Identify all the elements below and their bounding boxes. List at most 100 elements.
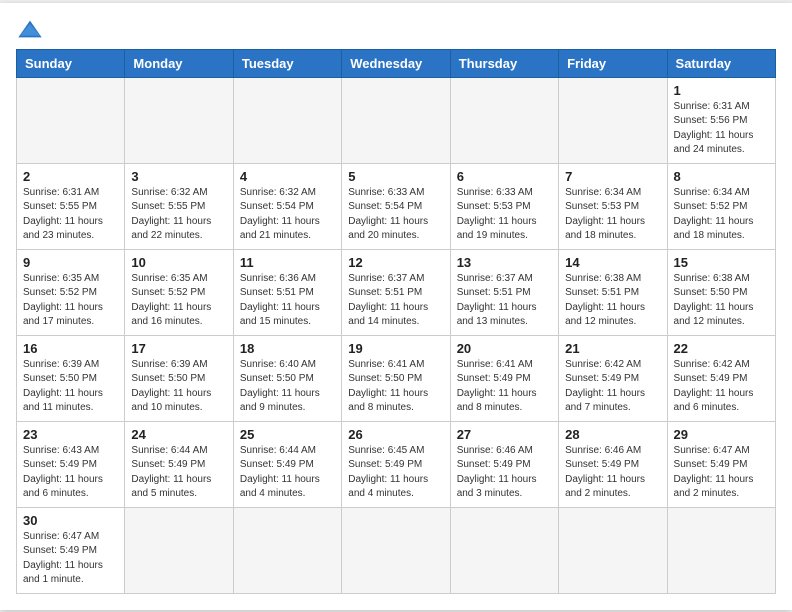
calendar-cell-empty (342, 507, 450, 593)
logo (16, 19, 48, 39)
day-number: 28 (565, 427, 660, 442)
calendar-cell-empty (450, 507, 558, 593)
calendar-cell-23: 23 Sunrise: 6:43 AMSunset: 5:49 PMDayligh… (17, 421, 125, 507)
day-number: 22 (674, 341, 769, 356)
day-number: 5 (348, 169, 443, 184)
weekday-header-thursday: Thursday (450, 49, 558, 77)
cell-info: Sunrise: 6:41 AMSunset: 5:49 PMDaylight:… (457, 358, 552, 416)
calendar-week-2: 2 Sunrise: 6:31 AMSunset: 5:55 PMDaylight… (17, 163, 776, 249)
calendar-week-5: 23 Sunrise: 6:43 AMSunset: 5:49 PMDayligh… (17, 421, 776, 507)
day-number: 21 (565, 341, 660, 356)
day-number: 20 (457, 341, 552, 356)
calendar-week-4: 16Sunrise: 6:39 AMSunset: 5:50 PMDayligh… (17, 335, 776, 421)
weekday-header-tuesday: Tuesday (233, 49, 341, 77)
weekday-header-row: SundayMondayTuesdayWednesdayThursdayFrid… (17, 49, 776, 77)
calendar-cell-11: 11Sunrise: 6:36 AMSunset: 5:51 PMDayligh… (233, 249, 341, 335)
calendar-cell-29: 29 Sunrise: 6:47 AMSunset: 5:49 PMDayligh… (667, 421, 775, 507)
cell-info: Sunrise: 6:36 AMSunset: 5:51 PMDaylight:… (240, 272, 335, 330)
day-number: 17 (131, 341, 226, 356)
cell-info: Sunrise: 6:47 AMSunset: 5:49 PMDaylight:… (674, 444, 769, 502)
day-number: 2 (23, 169, 118, 184)
calendar-cell-14: 14 Sunrise: 6:38 AMSunset: 5:51 PMDayligh… (559, 249, 667, 335)
cell-info: Sunrise: 6:33 AMSunset: 5:53 PMDaylight:… (457, 186, 552, 244)
calendar-cell-30: 30Sunrise: 6:47 AMSunset: 5:49 PMDayligh… (17, 507, 125, 593)
calendar-cell-21: 21 Sunrise: 6:42 AMSunset: 5:49 PMDayligh… (559, 335, 667, 421)
day-number: 13 (457, 255, 552, 270)
cell-info: Sunrise: 6:34 AMSunset: 5:53 PMDaylight:… (565, 186, 660, 244)
day-number: 25 (240, 427, 335, 442)
calendar-cell-26: 26 Sunrise: 6:45 AMSunset: 5:49 PMDayligh… (342, 421, 450, 507)
calendar-cell-12: 12 Sunrise: 6:37 AMSunset: 5:51 PMDayligh… (342, 249, 450, 335)
calendar-cell-empty (233, 507, 341, 593)
cell-info: Sunrise: 6:41 AMSunset: 5:50 PMDaylight:… (348, 358, 443, 416)
calendar-cell-15: 15 Sunrise: 6:38 AMSunset: 5:50 PMDayligh… (667, 249, 775, 335)
calendar-cell-empty (17, 77, 125, 163)
calendar-cell-empty (559, 507, 667, 593)
day-number: 30 (23, 513, 118, 528)
cell-info: Sunrise: 6:46 AMSunset: 5:49 PMDaylight:… (457, 444, 552, 502)
calendar-cell-empty (233, 77, 341, 163)
cell-info: Sunrise: 6:38 AMSunset: 5:50 PMDaylight:… (674, 272, 769, 330)
cell-info: Sunrise: 6:43 AMSunset: 5:49 PMDaylight:… (23, 444, 118, 502)
day-number: 29 (674, 427, 769, 442)
cell-info: Sunrise: 6:32 AMSunset: 5:54 PMDaylight:… (240, 186, 335, 244)
calendar-cell-27: 27 Sunrise: 6:46 AMSunset: 5:49 PMDayligh… (450, 421, 558, 507)
calendar-week-3: 9Sunrise: 6:35 AMSunset: 5:52 PMDaylight… (17, 249, 776, 335)
day-number: 15 (674, 255, 769, 270)
cell-info: Sunrise: 6:42 AMSunset: 5:49 PMDaylight:… (565, 358, 660, 416)
calendar-cell-7: 7Sunrise: 6:34 AMSunset: 5:53 PMDaylight… (559, 163, 667, 249)
calendar-cell-25: 25 Sunrise: 6:44 AMSunset: 5:49 PMDayligh… (233, 421, 341, 507)
cell-info: Sunrise: 6:40 AMSunset: 5:50 PMDaylight:… (240, 358, 335, 416)
cell-info: Sunrise: 6:42 AMSunset: 5:49 PMDaylight:… (674, 358, 769, 416)
calendar-cell-20: 20 Sunrise: 6:41 AMSunset: 5:49 PMDayligh… (450, 335, 558, 421)
day-number: 12 (348, 255, 443, 270)
day-number: 23 (23, 427, 118, 442)
cell-info: Sunrise: 6:35 AMSunset: 5:52 PMDaylight:… (131, 272, 226, 330)
calendar-cell-17: 17 Sunrise: 6:39 AMSunset: 5:50 PMDayligh… (125, 335, 233, 421)
day-number: 14 (565, 255, 660, 270)
cell-info: Sunrise: 6:44 AMSunset: 5:49 PMDaylight:… (131, 444, 226, 502)
cell-info: Sunrise: 6:37 AMSunset: 5:51 PMDaylight:… (348, 272, 443, 330)
cell-info: Sunrise: 6:38 AMSunset: 5:51 PMDaylight:… (565, 272, 660, 330)
calendar-cell-5: 5 Sunrise: 6:33 AMSunset: 5:54 PMDaylight… (342, 163, 450, 249)
cell-info: Sunrise: 6:33 AMSunset: 5:54 PMDaylight:… (348, 186, 443, 244)
calendar-cell-18: 18 Sunrise: 6:40 AMSunset: 5:50 PMDayligh… (233, 335, 341, 421)
calendar-table: SundayMondayTuesdayWednesdayThursdayFrid… (16, 49, 776, 594)
day-number: 27 (457, 427, 552, 442)
cell-info: Sunrise: 6:37 AMSunset: 5:51 PMDaylight:… (457, 272, 552, 330)
calendar-cell-3: 3 Sunrise: 6:32 AMSunset: 5:55 PMDaylight… (125, 163, 233, 249)
calendar-cell-empty (450, 77, 558, 163)
calendar-cell-13: 13 Sunrise: 6:37 AMSunset: 5:51 PMDayligh… (450, 249, 558, 335)
day-number: 3 (131, 169, 226, 184)
cell-info: Sunrise: 6:31 AMSunset: 5:55 PMDaylight:… (23, 186, 118, 244)
day-number: 1 (674, 83, 769, 98)
calendar-cell-19: 19Sunrise: 6:41 AMSunset: 5:50 PMDayligh… (342, 335, 450, 421)
calendar-cell-9: 9Sunrise: 6:35 AMSunset: 5:52 PMDaylight… (17, 249, 125, 335)
cell-info: Sunrise: 6:44 AMSunset: 5:49 PMDaylight:… (240, 444, 335, 502)
calendar-week-1: 1Sunrise: 6:31 AMSunset: 5:56 PMDaylight… (17, 77, 776, 163)
weekday-header-friday: Friday (559, 49, 667, 77)
cell-info: Sunrise: 6:32 AMSunset: 5:55 PMDaylight:… (131, 186, 226, 244)
header (16, 19, 776, 39)
calendar-cell-empty (125, 507, 233, 593)
calendar-cell-6: 6Sunrise: 6:33 AMSunset: 5:53 PMDaylight… (450, 163, 558, 249)
weekday-header-wednesday: Wednesday (342, 49, 450, 77)
cell-info: Sunrise: 6:45 AMSunset: 5:49 PMDaylight:… (348, 444, 443, 502)
calendar-week-6: 30Sunrise: 6:47 AMSunset: 5:49 PMDayligh… (17, 507, 776, 593)
weekday-header-monday: Monday (125, 49, 233, 77)
cell-info: Sunrise: 6:39 AMSunset: 5:50 PMDaylight:… (23, 358, 118, 416)
weekday-header-sunday: Sunday (17, 49, 125, 77)
calendar-cell-4: 4Sunrise: 6:32 AMSunset: 5:54 PMDaylight… (233, 163, 341, 249)
day-number: 26 (348, 427, 443, 442)
day-number: 18 (240, 341, 335, 356)
cell-info: Sunrise: 6:34 AMSunset: 5:52 PMDaylight:… (674, 186, 769, 244)
calendar-cell-empty (125, 77, 233, 163)
calendar-cell-8: 8Sunrise: 6:34 AMSunset: 5:52 PMDaylight… (667, 163, 775, 249)
weekday-header-saturday: Saturday (667, 49, 775, 77)
calendar-cell-empty (559, 77, 667, 163)
day-number: 10 (131, 255, 226, 270)
calendar-cell-empty (667, 507, 775, 593)
cell-info: Sunrise: 6:39 AMSunset: 5:50 PMDaylight:… (131, 358, 226, 416)
calendar-cell-28: 28Sunrise: 6:46 AMSunset: 5:49 PMDayligh… (559, 421, 667, 507)
calendar-cell-1: 1Sunrise: 6:31 AMSunset: 5:56 PMDaylight… (667, 77, 775, 163)
